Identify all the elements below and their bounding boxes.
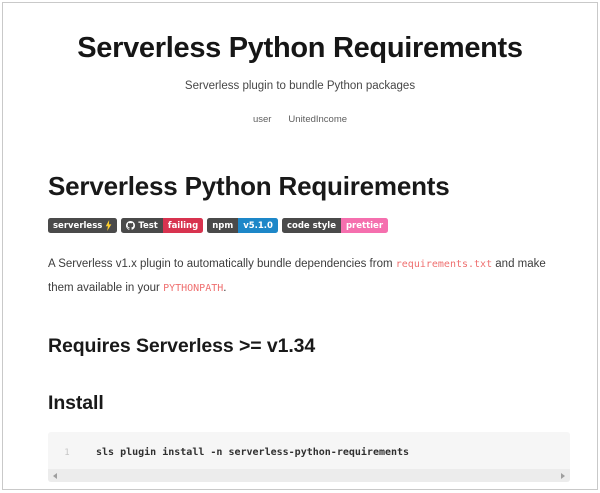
badge-serverless-label: serverless: [53, 221, 102, 231]
install-heading: Install: [48, 392, 570, 415]
article: Serverless Python Requirements serverles…: [3, 126, 597, 482]
inline-code-requirements-txt: requirements.txt: [396, 259, 492, 270]
badge-code-style[interactable]: code style prettier: [282, 218, 388, 233]
badge-code-style-value: prettier: [346, 221, 383, 231]
badge-test-label-segment: Test: [121, 218, 163, 233]
code-line: 1 sls plugin install -n serverless-pytho…: [48, 432, 570, 469]
badge-test-status[interactable]: Test failing: [121, 218, 203, 233]
install-code-block: 1 sls plugin install -n serverless-pytho…: [48, 432, 570, 482]
badge-row: serverless Test failing: [48, 218, 570, 233]
meta-row: user UnitedIncome: [3, 114, 597, 126]
code-line-number: 1: [56, 448, 78, 458]
intro-text-1: A Serverless v1.x plugin to automaticall…: [48, 258, 396, 270]
badge-test-status-value: failing: [168, 221, 198, 231]
site-tagline: Serverless plugin to bundle Python packa…: [3, 79, 597, 94]
intro-text-3: .: [223, 282, 226, 294]
badge-serverless[interactable]: serverless: [48, 218, 117, 233]
badge-code-style-label-segment: code style: [282, 218, 341, 233]
badge-npm-label-segment: npm: [207, 218, 238, 233]
site-title: Serverless Python Requirements: [3, 30, 597, 66]
badge-npm-version-segment: v5.1.0: [238, 218, 278, 233]
badge-code-style-label: code style: [287, 221, 336, 231]
badge-code-style-value-segment: prettier: [341, 218, 388, 233]
meta-user-value: UnitedIncome: [288, 114, 347, 126]
scroll-left-arrow-icon[interactable]: [53, 473, 57, 479]
inline-code-pythonpath: PYTHONPATH: [163, 283, 223, 294]
badge-npm-version-value: v5.1.0: [243, 221, 273, 231]
horizontal-scrollbar[interactable]: [48, 469, 570, 482]
code-text: sls plugin install -n serverless-python-…: [96, 447, 409, 458]
badge-npm-version[interactable]: npm v5.1.0: [207, 218, 278, 233]
badge-test-status-segment: failing: [163, 218, 203, 233]
badge-serverless-label-segment: serverless: [48, 218, 117, 233]
page: Serverless Python Requirements Serverles…: [2, 2, 598, 490]
intro-paragraph: A Serverless v1.x plugin to automaticall…: [48, 253, 568, 300]
badge-npm-label: npm: [212, 221, 233, 231]
badge-test-label: Test: [138, 221, 158, 231]
meta-user-label: user: [253, 114, 271, 126]
scroll-right-arrow-icon[interactable]: [561, 473, 565, 479]
article-title: Serverless Python Requirements: [48, 171, 570, 202]
requires-heading: Requires Serverless >= v1.34: [48, 335, 570, 358]
site-header: Serverless Python Requirements Serverles…: [3, 3, 597, 126]
github-octocat-icon: [126, 221, 135, 230]
lightning-bolt-icon: [105, 220, 112, 231]
